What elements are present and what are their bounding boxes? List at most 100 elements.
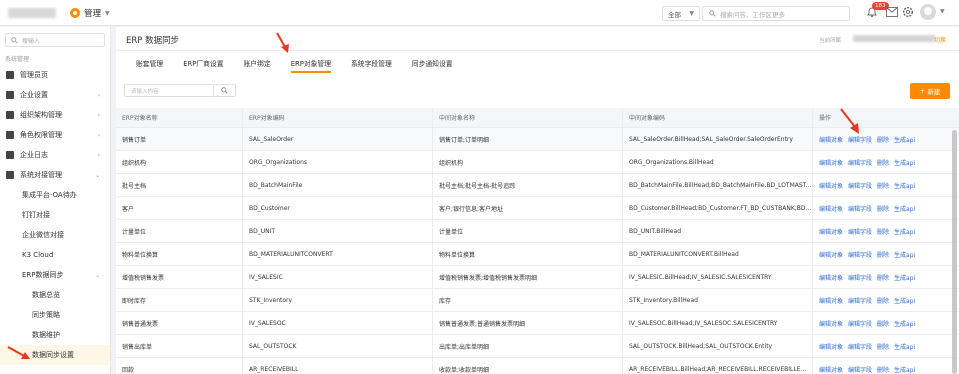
edit-object-link[interactable]: 编辑对象 xyxy=(819,181,843,190)
delete-link[interactable]: 删除 xyxy=(877,342,889,351)
chevron-down-icon[interactable]: ▼ xyxy=(940,8,945,15)
generate-api-link[interactable]: 生成api xyxy=(894,181,915,190)
sidebar-item-admin-home[interactable]: 管理员页 xyxy=(0,65,110,85)
settings-icon[interactable] xyxy=(902,6,914,18)
switch-link[interactable]: 切换 xyxy=(934,35,946,44)
table-cell: SAL_OUTSTOCK.BillHead;SAL_OUTSTOCK.Entit… xyxy=(623,335,813,357)
search-scope-select[interactable]: 全部 ▼ xyxy=(662,6,700,21)
sidebar-item-org-structure[interactable]: 组织架构管理 › xyxy=(0,105,110,125)
delete-link[interactable]: 删除 xyxy=(877,181,889,190)
generate-api-link[interactable]: 生成api xyxy=(894,250,915,259)
current-account-value xyxy=(853,35,935,42)
table-row[interactable]: 销售出库单 SAL_OUTSTOCK 出库单;出库单明细 SAL_OUTSTOCK.B… xyxy=(116,335,959,358)
edit-object-link[interactable]: 编辑对象 xyxy=(819,342,843,351)
search-icon xyxy=(11,36,18,44)
table-row[interactable]: 物料单位换算 BD_MATERIALUNITCONVERT 物料单位换算 BD_MAT… xyxy=(116,243,959,266)
generate-api-link[interactable]: 生成api xyxy=(894,342,915,351)
edit-fields-link[interactable]: 编辑字段 xyxy=(848,365,872,374)
edit-object-link[interactable]: 编辑对象 xyxy=(819,250,843,259)
sidebar-item-oa-todo[interactable]: 集成平台-OA待办 xyxy=(0,185,110,205)
delete-link[interactable]: 删除 xyxy=(877,135,889,144)
generate-api-link[interactable]: 生成api xyxy=(894,365,915,374)
table-row[interactable]: 增值税销售发票 IV_SALESIC 增值税销售发票;增值税销售发票明细 IV_SAL… xyxy=(116,266,959,289)
company-logo[interactable] xyxy=(8,8,56,18)
tab-erp-objects[interactable]: ERP对象管理 xyxy=(281,53,341,73)
avatar[interactable] xyxy=(920,4,936,20)
edit-fields-link[interactable]: 编辑字段 xyxy=(848,158,872,167)
generate-api-link[interactable]: 生成api xyxy=(894,158,915,167)
delete-link[interactable]: 删除 xyxy=(877,250,889,259)
delete-link[interactable]: 删除 xyxy=(877,158,889,167)
tab-sync-notifications[interactable]: 同步通知设置 xyxy=(402,53,463,73)
edit-fields-link[interactable]: 编辑字段 xyxy=(848,181,872,190)
vertical-scrollbar[interactable] xyxy=(952,130,957,374)
edit-object-link[interactable]: 编辑对象 xyxy=(819,365,843,374)
edit-fields-link[interactable]: 编辑字段 xyxy=(848,296,872,305)
delete-link[interactable]: 删除 xyxy=(877,273,889,282)
table-cell: 销售出库单 xyxy=(116,335,243,357)
edit-object-link[interactable]: 编辑对象 xyxy=(819,227,843,236)
sidebar-search-input[interactable]: 搜输入 xyxy=(5,33,105,47)
edit-fields-link[interactable]: 编辑字段 xyxy=(848,319,872,328)
table-cell: 计量单位 xyxy=(116,220,243,242)
tab-account-sets[interactable]: 账套管理 xyxy=(126,53,173,73)
edit-object-link[interactable]: 编辑对象 xyxy=(819,204,843,213)
add-button[interactable]: + 新建 xyxy=(910,83,950,99)
generate-api-link[interactable]: 生成api xyxy=(894,135,915,144)
generate-api-link[interactable]: 生成api xyxy=(894,273,915,282)
chevron-down-icon: ▼ xyxy=(105,9,110,17)
table-row[interactable]: 组织机构 ORG_Organizations 组织机构 ORG_Organizatio… xyxy=(116,151,959,174)
delete-link[interactable]: 删除 xyxy=(877,227,889,236)
tab-account-binding[interactable]: 账户绑定 xyxy=(234,53,281,73)
sidebar-item-company-settings[interactable]: 企业设置 › xyxy=(0,85,110,105)
table-cell: SAL_SaleOrder.BillHead;SAL_SaleOrder.Sal… xyxy=(623,128,813,150)
row-actions: 编辑对象 编辑字段 删除 生成api xyxy=(813,358,959,374)
building-icon xyxy=(6,91,14,99)
edit-object-link[interactable]: 编辑对象 xyxy=(819,296,843,305)
table-row[interactable]: 销售普通发票 IV_SALESOC 销售普通发票;普通销售发票明细 IV_SALESO… xyxy=(116,312,959,335)
app-menu[interactable]: 管理 ▼ xyxy=(70,7,110,19)
sidebar-item-system-integration[interactable]: 系统对接管理 ⌄ xyxy=(0,165,110,185)
generate-api-link[interactable]: 生成api xyxy=(894,319,915,328)
table-row[interactable]: 销售订单 SAL_SaleOrder 销售订单;订单明细 SAL_SaleOrder.… xyxy=(116,128,959,151)
delete-link[interactable]: 删除 xyxy=(877,204,889,213)
delete-link[interactable]: 删除 xyxy=(877,319,889,328)
table-cell: SAL_OUTSTOCK xyxy=(243,335,433,357)
sidebar-item-role-permissions[interactable]: 角色权限管理 › xyxy=(0,125,110,145)
global-search-input[interactable]: 搜索问答、工作区更多 xyxy=(702,6,850,21)
edit-fields-link[interactable]: 编辑字段 xyxy=(848,250,872,259)
sidebar-item-company-log[interactable]: 企业日志 › xyxy=(0,145,110,165)
edit-fields-link[interactable]: 编辑字段 xyxy=(848,342,872,351)
filter-search-button[interactable] xyxy=(214,84,236,97)
generate-api-link[interactable]: 生成api xyxy=(894,227,915,236)
sidebar-item-dingtalk[interactable]: 钉钉对接 xyxy=(0,205,110,225)
sidebar-item-data-maintenance[interactable]: 数据维护 xyxy=(0,325,110,345)
tab-system-fields[interactable]: 系统字段管理 xyxy=(341,53,402,73)
tab-erp-vendor[interactable]: ERP厂商设置 xyxy=(173,53,233,73)
sidebar-item-sync-strategy[interactable]: 同步策略 xyxy=(0,305,110,325)
edit-object-link[interactable]: 编辑对象 xyxy=(819,319,843,328)
table-row[interactable]: 客户 BD_Customer 客户;银行信息;客户地址 BD_Customer.Bil… xyxy=(116,197,959,220)
edit-fields-link[interactable]: 编辑字段 xyxy=(848,273,872,282)
delete-link[interactable]: 删除 xyxy=(877,296,889,305)
filter-input[interactable]: 请输入内容 xyxy=(124,84,214,97)
table-row[interactable]: 批号主档 BD_BatchMainFile 批号主档;批号主档-批号追踪 BD_Bat… xyxy=(116,174,959,197)
row-actions: 编辑对象 编辑字段 删除 生成api xyxy=(813,289,959,311)
sidebar-item-k3-cloud[interactable]: K3 Cloud xyxy=(0,245,110,265)
edit-object-link[interactable]: 编辑对象 xyxy=(819,158,843,167)
sidebar-item-wecom[interactable]: 企业微信对接 xyxy=(0,225,110,245)
table-cell: 增值税销售发票 xyxy=(116,266,243,288)
edit-fields-link[interactable]: 编辑字段 xyxy=(848,204,872,213)
sidebar-item-data-overview[interactable]: 数据总览 xyxy=(0,285,110,305)
delete-link[interactable]: 删除 xyxy=(877,365,889,374)
sidebar-item-erp-sync[interactable]: ERP数据同步 ⌄ xyxy=(0,265,110,285)
mail-icon[interactable] xyxy=(886,7,898,17)
table-row[interactable]: 回款 AR_RECEIVEBILL 收款单;收款单明细 AR_RECEIVEBILL.… xyxy=(116,358,959,374)
table-cell: BD_MATERIALUNITCONVERT.BillHead xyxy=(623,243,813,265)
edit-fields-link[interactable]: 编辑字段 xyxy=(848,227,872,236)
generate-api-link[interactable]: 生成api xyxy=(894,296,915,305)
table-row[interactable]: 计量单位 BD_UNIT 计量单位 BD_UNIT.BillHead 编辑对象 编辑字段删… xyxy=(116,220,959,243)
table-row[interactable]: 即时库存 STK_Inventory 库存 STK_Inventory.BillHea… xyxy=(116,289,959,312)
generate-api-link[interactable]: 生成api xyxy=(894,204,915,213)
edit-object-link[interactable]: 编辑对象 xyxy=(819,273,843,282)
